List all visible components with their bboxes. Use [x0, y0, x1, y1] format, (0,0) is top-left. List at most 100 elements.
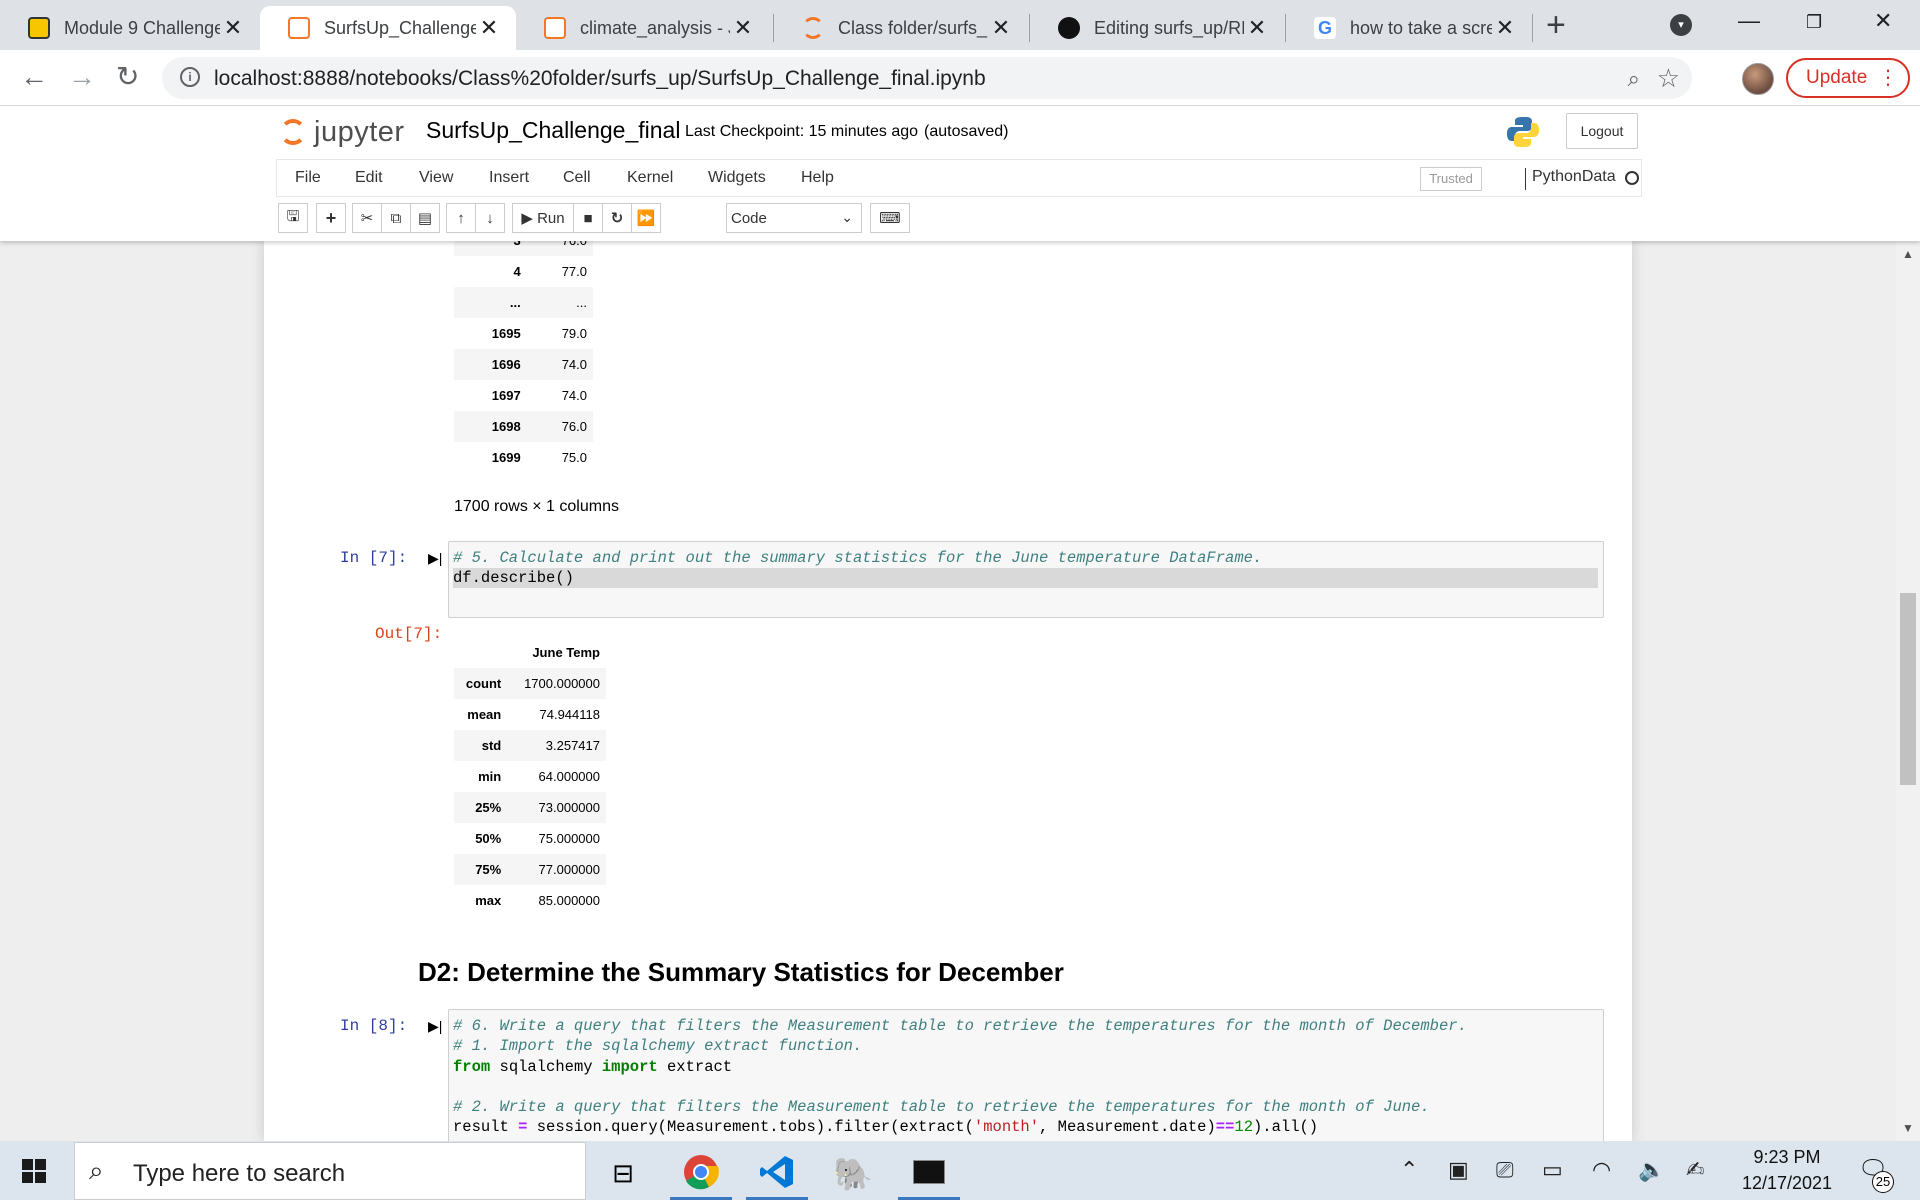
cell-type-select[interactable]: Code ⌄	[726, 203, 862, 233]
copy-icon[interactable]: ⧉	[381, 203, 411, 233]
reload-icon[interactable]: ↻	[116, 62, 139, 92]
windows-start-icon[interactable]	[22, 1159, 46, 1183]
zoom-icon[interactable]: ⌕	[1628, 66, 1640, 92]
close-icon[interactable]: ✕	[988, 15, 1014, 41]
meet-now-icon[interactable]: ▣	[1448, 1157, 1469, 1183]
postgres-app-icon[interactable]: 🐘	[822, 1147, 884, 1200]
site-info-icon[interactable]: i	[180, 67, 200, 87]
move-down-arrow-icon[interactable]: ↓	[475, 203, 505, 233]
run-cell-indicator-icon[interactable]: ▶|	[428, 1018, 442, 1035]
clock-date[interactable]: 12/17/2021	[1740, 1173, 1834, 1194]
battery-icon[interactable]: ▭	[1542, 1157, 1563, 1183]
url-text[interactable]: localhost:8888/notebooks/Class%20folder/…	[214, 67, 986, 91]
stat-value: 77.000000	[507, 854, 606, 885]
close-icon[interactable]: ✕	[1244, 15, 1270, 41]
insert-cell-plus-icon[interactable]: +	[316, 203, 346, 233]
code-line: df.describe()	[453, 568, 1598, 588]
pen-icon[interactable]: ✍	[1686, 1157, 1704, 1183]
notebook-favicon-icon	[288, 17, 310, 39]
table-row: 1696 74.0	[454, 349, 593, 380]
cell-8-input-prompt: In [8]:	[340, 1017, 408, 1035]
notebook-name[interactable]: SurfsUp_Challenge_final	[426, 117, 680, 144]
update-button[interactable]: Update ⋮	[1786, 58, 1910, 98]
task-view-icon[interactable]: ⊟	[592, 1147, 654, 1200]
display-icon[interactable]: ⎚	[1496, 1157, 1514, 1183]
menu-edit[interactable]: Edit	[355, 169, 383, 187]
stat-label: max	[475, 893, 502, 908]
menu-kernel[interactable]: Kernel	[627, 169, 673, 187]
cut-scissors-icon[interactable]: ✂	[352, 203, 382, 233]
close-icon[interactable]: ✕	[730, 15, 756, 41]
move-up-arrow-icon[interactable]: ↑	[446, 203, 476, 233]
restore-icon[interactable]: ❐	[1806, 12, 1822, 33]
browser-tab[interactable]: G how to take a scree ✕	[1286, 6, 1532, 50]
table-row: 1699 75.0	[454, 442, 593, 473]
back-arrow-icon[interactable]: ←	[20, 62, 48, 92]
vscode-app-icon[interactable]	[746, 1147, 808, 1200]
vscode-icon	[760, 1156, 793, 1188]
minimize-icon[interactable]: —	[1738, 8, 1760, 34]
scroll-down-arrow-icon[interactable]: ▼	[1902, 1121, 1914, 1135]
terminal-icon	[913, 1160, 945, 1184]
paste-icon[interactable]: ▤	[410, 203, 440, 233]
window-close-icon[interactable]: ✕	[1874, 8, 1892, 34]
autosave-status: (autosaved)	[924, 123, 1009, 140]
clock-time[interactable]: 9:23 PM	[1740, 1147, 1834, 1168]
close-icon[interactable]: ✕	[476, 15, 502, 41]
chrome-icon	[684, 1155, 719, 1190]
menu-view[interactable]: View	[419, 169, 453, 187]
interrupt-stop-icon[interactable]: ■	[573, 203, 603, 233]
chrome-app-icon[interactable]	[670, 1147, 732, 1200]
new-tab-plus-icon[interactable]: +	[1546, 8, 1566, 42]
menu-cell[interactable]: Cell	[563, 169, 591, 187]
run-cell-indicator-icon[interactable]: ▶|	[428, 550, 442, 567]
stat-label: 50%	[475, 831, 502, 846]
browser-tab[interactable]: Module 9 Challenge ✕	[0, 6, 260, 50]
table-row: 1697 74.0	[454, 380, 593, 411]
more-vert-icon: ⋮	[1878, 67, 1898, 89]
show-hidden-icons-chevron-icon[interactable]: ⌃	[1400, 1157, 1418, 1183]
menu-widgets[interactable]: Widgets	[708, 169, 766, 187]
keyboard-shortcuts-icon[interactable]: ⌨	[870, 203, 910, 233]
operator: ==	[1215, 1118, 1235, 1136]
taskbar-search-box[interactable]: ⌕ Type here to search	[74, 1142, 586, 1200]
page-scrollbar[interactable]: ▲ ▼	[1896, 241, 1920, 1141]
browser-tab[interactable]: Editing surfs_up/RE ✕	[1030, 6, 1284, 50]
search-placeholder: Type here to search	[133, 1160, 346, 1187]
close-icon[interactable]: ✕	[1492, 15, 1518, 41]
restart-kernel-icon[interactable]: ↻	[602, 203, 632, 233]
stat-value: 85.000000	[538, 893, 600, 908]
save-icon[interactable]: 🖫	[278, 203, 308, 233]
scroll-up-arrow-icon[interactable]: ▲	[1902, 247, 1914, 261]
menu-file[interactable]: File	[295, 169, 321, 187]
wifi-icon[interactable]: ◠	[1592, 1157, 1611, 1183]
tab-search-icon[interactable]: ▾	[1670, 14, 1692, 36]
menu-help[interactable]: Help	[801, 169, 834, 187]
bookmark-star-icon[interactable]: ☆	[1657, 63, 1680, 94]
dataframe-shape: 1700 rows × 1 columns	[454, 498, 619, 515]
scrollbar-thumb[interactable]	[1900, 593, 1916, 785]
code-comment: # 6. Write a query that filters the Meas…	[453, 1017, 1467, 1035]
volume-icon[interactable]: 🔈	[1638, 1157, 1665, 1183]
jupyter-logo[interactable]: jupyter	[280, 114, 405, 150]
forward-arrow-icon[interactable]: →	[68, 62, 96, 92]
profile-avatar[interactable]	[1742, 63, 1774, 95]
notebook-scroll-area[interactable]: 376.0 477.0 ...... 169579.0 169674.0 169…	[0, 241, 1920, 1141]
trusted-indicator[interactable]: Trusted	[1420, 167, 1482, 191]
tab-title: Class folder/surfs_u	[838, 17, 988, 38]
omnibox[interactable]: i localhost:8888/notebooks/Class%20folde…	[162, 57, 1692, 99]
tab-separator	[1532, 14, 1533, 42]
notebook-favicon-icon	[544, 17, 566, 39]
terminal-app-icon[interactable]	[898, 1147, 960, 1200]
menu-insert[interactable]: Insert	[489, 169, 529, 187]
run-button[interactable]: ▶ Run	[512, 203, 574, 233]
close-icon[interactable]: ✕	[220, 15, 246, 41]
restart-run-all-fast-forward-icon[interactable]: ⏩	[631, 203, 661, 233]
jupyter-logo-text: jupyter	[314, 115, 405, 148]
browser-tab-active[interactable]: SurfsUp_Challenge_ ✕	[260, 6, 516, 50]
browser-tab[interactable]: climate_analysis - Ju ✕	[516, 6, 770, 50]
stat-value: 75.000000	[538, 831, 600, 846]
logout-button[interactable]: Logout	[1566, 113, 1638, 149]
browser-tab[interactable]: Class folder/surfs_u ✕	[774, 6, 1028, 50]
jupyter-header: jupyter SurfsUp_Challenge_final Last Che…	[0, 107, 1920, 241]
